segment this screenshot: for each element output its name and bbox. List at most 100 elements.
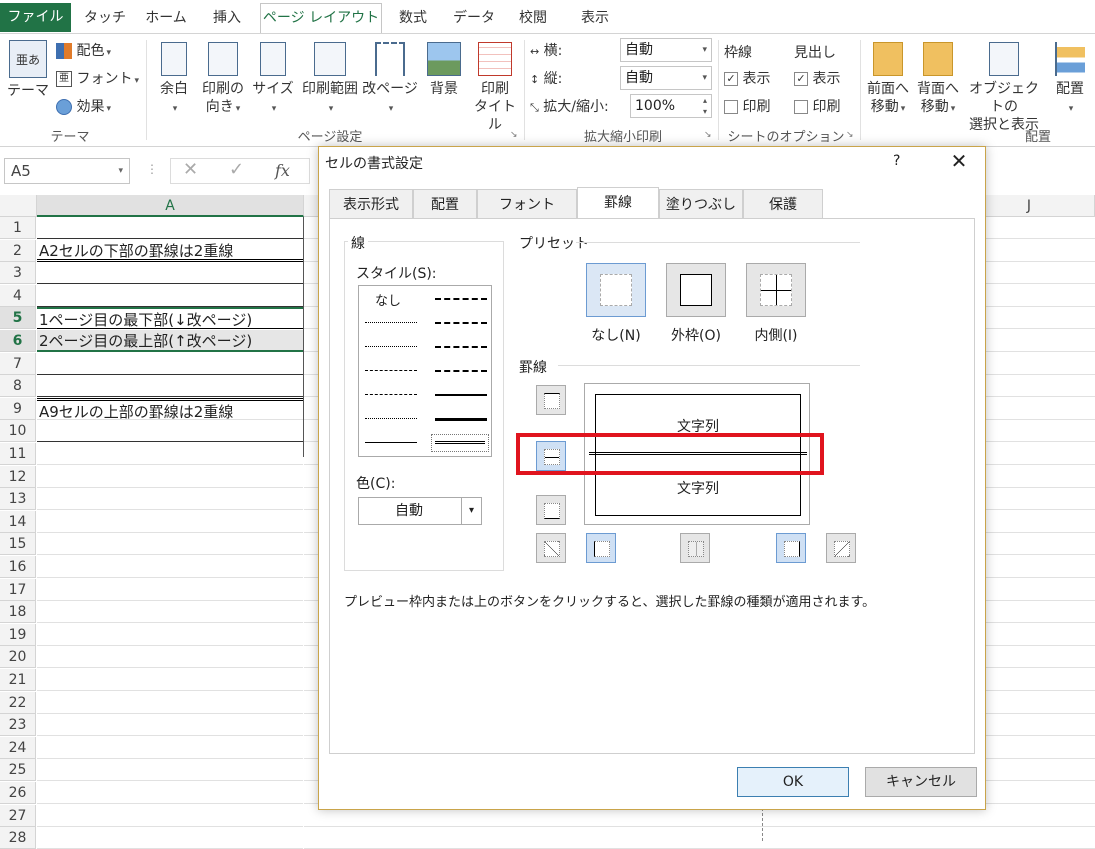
headings-view-checkbox[interactable]: ✓ 表示 xyxy=(794,70,840,88)
style-thick[interactable] xyxy=(435,418,487,421)
style-none[interactable]: なし xyxy=(375,290,401,309)
row-header[interactable]: 1 xyxy=(0,217,36,239)
cell-a18[interactable] xyxy=(37,601,303,623)
print-titles-button[interactable]: 印刷 タイトル xyxy=(470,42,520,134)
cell-a1[interactable] xyxy=(37,217,303,239)
row-header[interactable]: 14 xyxy=(0,511,36,533)
cell-a14[interactable] xyxy=(37,511,303,533)
cancel-entry-icon[interactable]: ✕ xyxy=(183,159,198,180)
row-header[interactable]: 7 xyxy=(0,353,36,375)
row-header[interactable]: 17 xyxy=(0,579,36,601)
bring-forward-button[interactable]: 前面へ 移動 ▾ xyxy=(864,42,912,118)
row-header[interactable]: 20 xyxy=(0,646,36,668)
tab-insert[interactable]: 挿入 xyxy=(204,6,250,34)
row-header[interactable]: 4 xyxy=(0,285,36,307)
cell-a25[interactable] xyxy=(37,759,303,781)
cell-a2[interactable]: A2セルの下部の罫線は2重線 xyxy=(37,240,303,262)
row-header[interactable]: 3 xyxy=(0,262,36,284)
background-button[interactable]: 背景 xyxy=(422,42,466,98)
border-right-button[interactable] xyxy=(776,533,806,563)
preset-none-button[interactable] xyxy=(586,263,646,317)
row-header[interactable]: 26 xyxy=(0,782,36,804)
cell-a24[interactable] xyxy=(37,737,303,759)
tab-alignment[interactable]: 配置 xyxy=(413,189,477,219)
tab-formulas[interactable]: 数式 xyxy=(390,6,436,34)
row-header[interactable]: 19 xyxy=(0,624,36,646)
row-header[interactable]: 10 xyxy=(0,420,36,442)
print-area-button[interactable]: 印刷範囲 ▾ xyxy=(298,42,362,118)
themes-button[interactable]: 亜あ テーマ xyxy=(6,40,50,100)
orientation-button[interactable]: 印刷の 向き ▾ xyxy=(198,42,248,118)
style-dashdot[interactable] xyxy=(435,346,487,348)
preset-outline-button[interactable] xyxy=(666,263,726,317)
tab-border[interactable]: 罫線 xyxy=(577,187,659,219)
border-inside-vertical-button[interactable] xyxy=(680,533,710,563)
cell-a10[interactable] xyxy=(37,420,303,442)
style-dashdotdot[interactable] xyxy=(365,370,417,371)
cell-a4[interactable] xyxy=(37,285,303,307)
border-bottom-button[interactable] xyxy=(536,495,566,525)
tab-fill[interactable]: 塗りつぶし xyxy=(659,189,743,219)
cell-a7[interactable] xyxy=(37,353,303,375)
border-top-button[interactable] xyxy=(536,385,566,415)
gridlines-print-checkbox[interactable]: 印刷 xyxy=(724,98,770,116)
select-all-corner[interactable] xyxy=(0,195,37,217)
row-header[interactable]: 24 xyxy=(0,737,36,759)
style-dash[interactable] xyxy=(365,394,417,395)
row-header[interactable]: 2 xyxy=(0,240,36,262)
scale-launcher-icon[interactable]: ↘ xyxy=(704,130,712,140)
style-dotted[interactable] xyxy=(365,346,417,347)
style-medium[interactable] xyxy=(435,394,487,396)
selection-pane-button[interactable]: オブジェクトの 選択と表示 xyxy=(964,42,1044,134)
align-button[interactable]: 配置 ▾ xyxy=(1048,42,1092,118)
cell-a13[interactable] xyxy=(37,488,303,510)
style-thin[interactable] xyxy=(365,442,417,443)
cell-a27[interactable] xyxy=(37,805,303,827)
tab-font[interactable]: フォント xyxy=(477,189,577,219)
tab-protection[interactable]: 保護 xyxy=(743,189,823,219)
cell-a19[interactable] xyxy=(37,624,303,646)
style-medium-dashed[interactable] xyxy=(435,370,487,372)
row-header[interactable]: 9 xyxy=(0,398,36,420)
cell-a17[interactable] xyxy=(37,579,303,601)
row-header[interactable]: 21 xyxy=(0,669,36,691)
row-header[interactable]: 5 xyxy=(0,307,36,329)
insert-function-icon[interactable]: fx xyxy=(275,161,290,180)
ok-button[interactable]: OK xyxy=(737,767,849,797)
margins-button[interactable]: 余白 ▾ xyxy=(154,42,194,118)
style-slanted[interactable] xyxy=(435,322,487,324)
style-hair[interactable] xyxy=(365,322,417,323)
preset-inside-button[interactable] xyxy=(746,263,806,317)
cell-a6[interactable]: 2ページ目の最上部(↑改ページ) xyxy=(37,330,303,352)
row-header[interactable]: 18 xyxy=(0,601,36,623)
gridlines-view-checkbox[interactable]: ✓ 表示 xyxy=(724,70,770,88)
cell-a11[interactable] xyxy=(37,443,303,465)
cell-a12[interactable] xyxy=(37,466,303,488)
row-header[interactable]: 28 xyxy=(0,827,36,849)
color-select[interactable]: 自動 ▾ xyxy=(358,497,482,525)
style-thin-dotted[interactable] xyxy=(365,418,417,419)
style-dashdot-medium[interactable] xyxy=(435,298,487,300)
cell-a8[interactable] xyxy=(37,375,303,397)
confirm-entry-icon[interactable]: ✓ xyxy=(229,159,244,180)
row-header[interactable]: 11 xyxy=(0,443,36,465)
headings-print-checkbox[interactable]: 印刷 xyxy=(794,98,840,116)
breaks-button[interactable]: 改ページ ▾ xyxy=(362,42,418,118)
cell-a21[interactable] xyxy=(37,669,303,691)
name-box[interactable]: A5 ▾ xyxy=(4,158,130,184)
border-diagonal-up-button[interactable] xyxy=(536,533,566,563)
row-header[interactable]: 22 xyxy=(0,692,36,714)
size-button[interactable]: サイズ ▾ xyxy=(252,42,294,118)
tab-touch[interactable]: タッチ xyxy=(80,6,130,34)
tab-page-layout[interactable]: ページ レイアウト xyxy=(260,3,382,33)
width-select[interactable]: 自動 ▾ xyxy=(620,38,712,62)
row-header[interactable]: 13 xyxy=(0,488,36,510)
column-header-a[interactable]: A xyxy=(37,195,304,217)
effects-button[interactable]: 効果 ▾ xyxy=(56,98,111,118)
row-header[interactable]: 16 xyxy=(0,556,36,578)
style-double-selected[interactable] xyxy=(431,434,489,452)
cell-a23[interactable] xyxy=(37,714,303,736)
tab-home[interactable]: ホーム xyxy=(138,6,194,34)
cell-a15[interactable] xyxy=(37,533,303,555)
cell-a20[interactable] xyxy=(37,646,303,668)
